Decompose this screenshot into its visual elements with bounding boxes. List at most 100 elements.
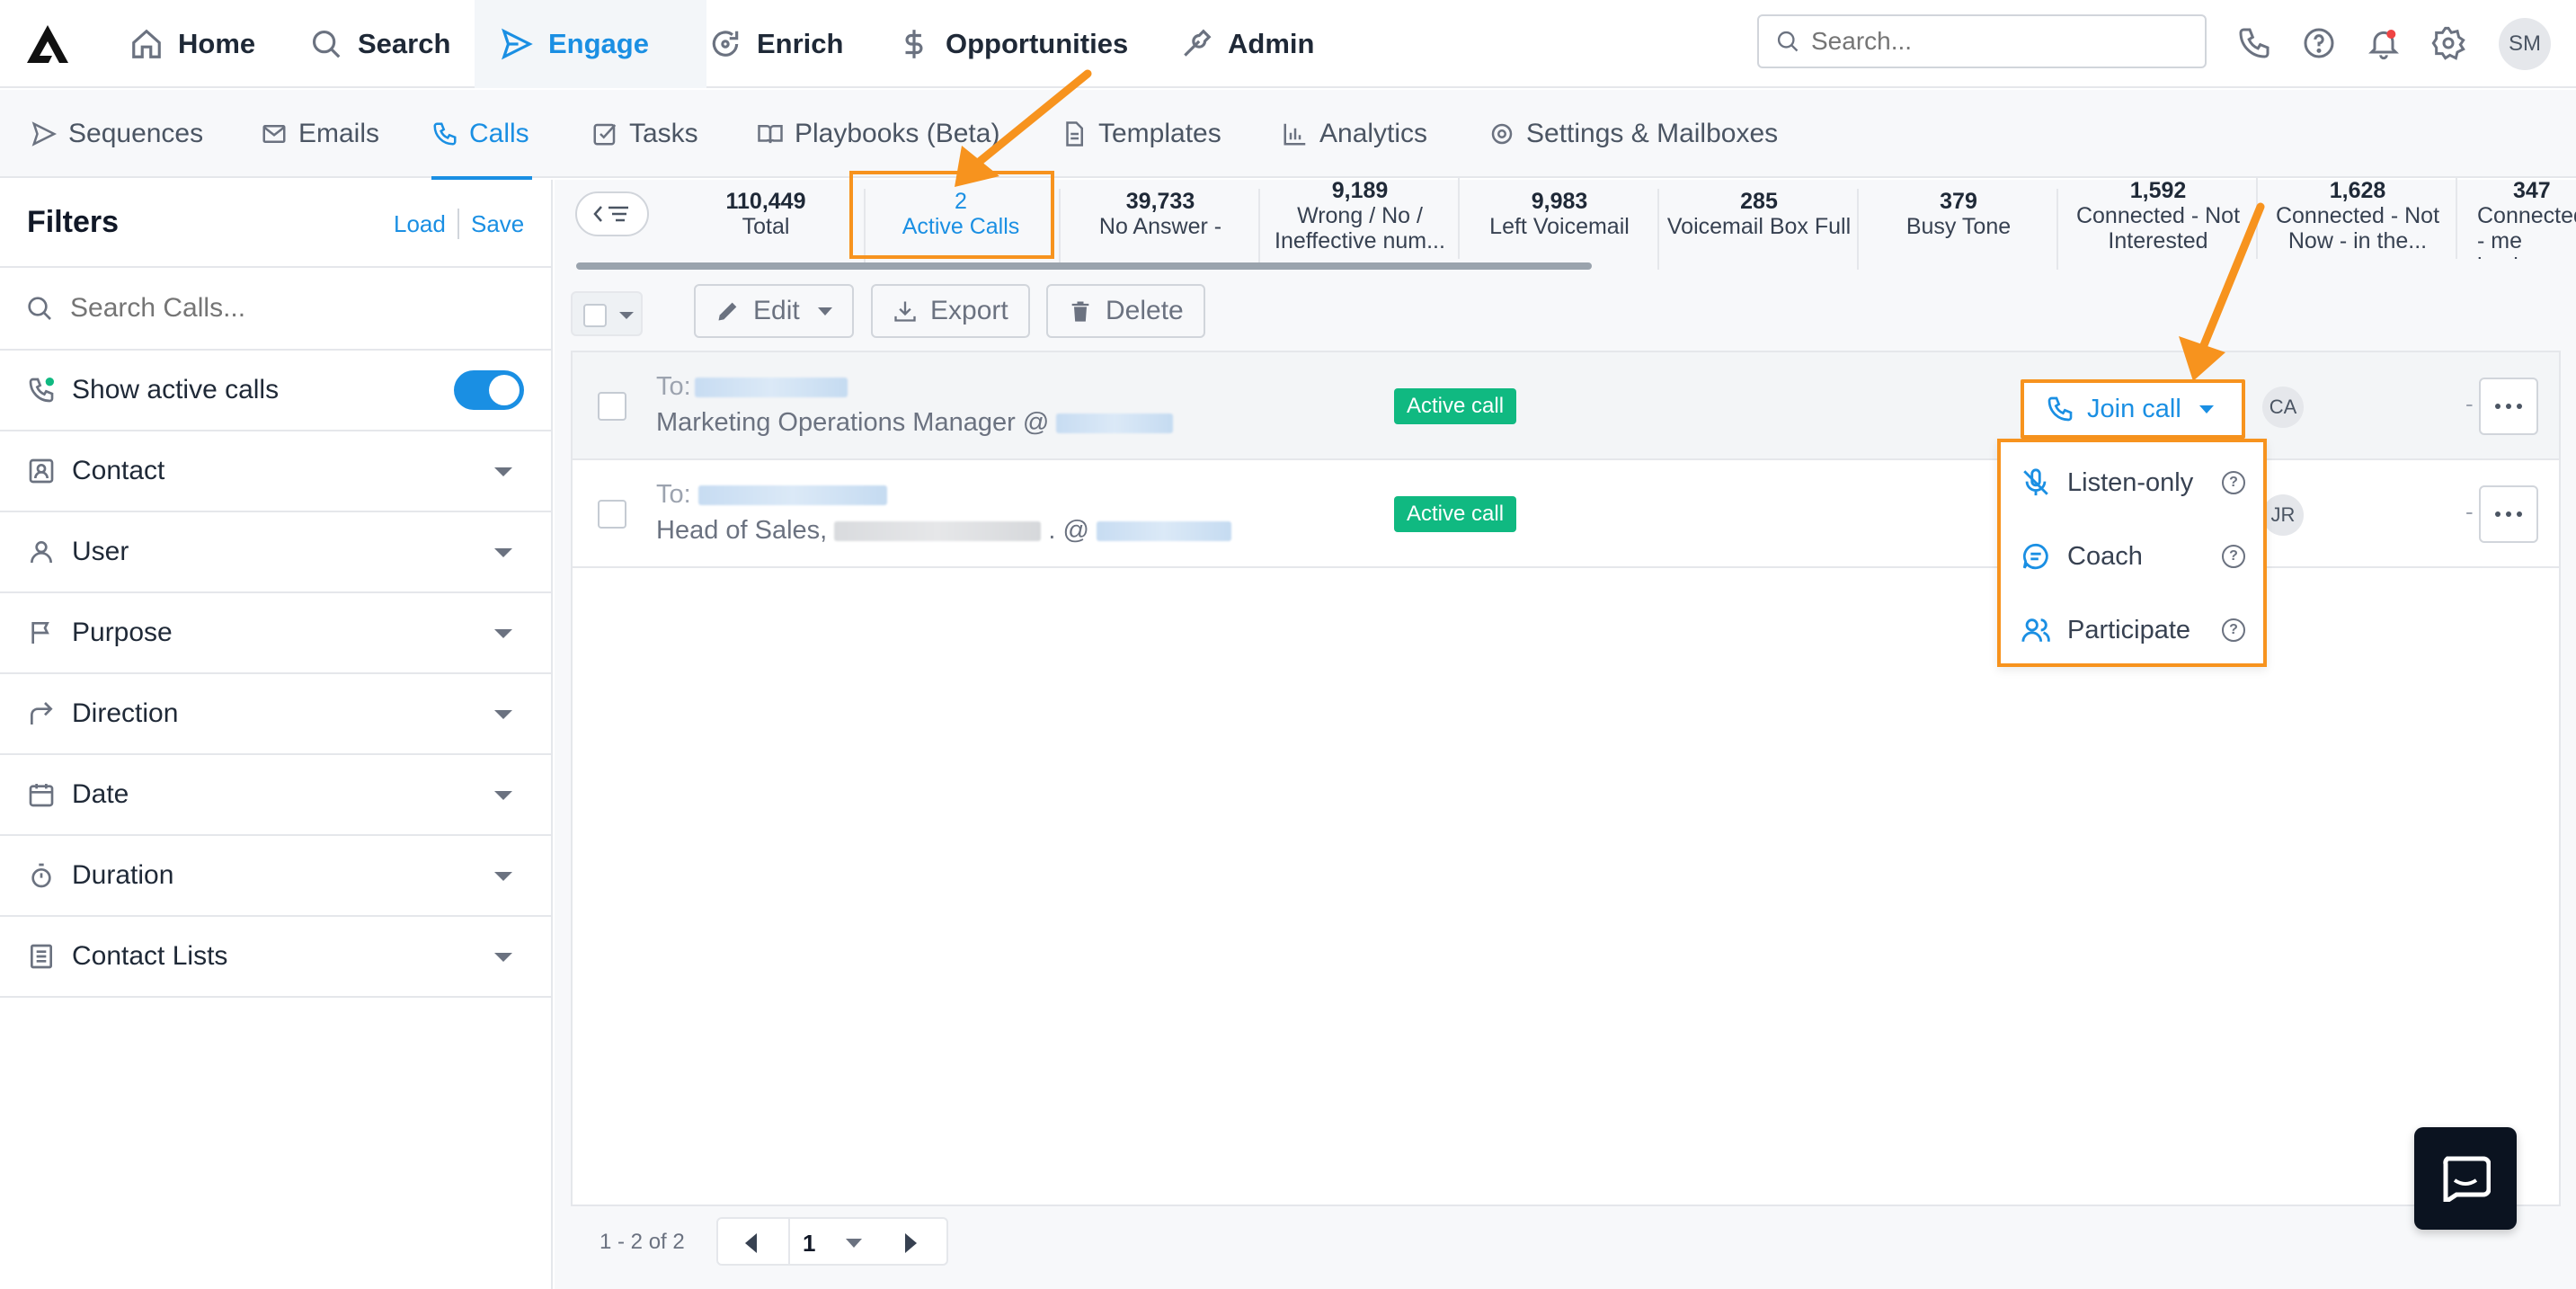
pagination-info: 1 - 2 of 2 (600, 1230, 685, 1254)
save-filters-link[interactable]: Save (471, 210, 524, 238)
engage-subnav: Sequences Emails Calls Tasks Playbooks (… (0, 90, 2576, 180)
nav-opportunities-label: Opportunities (946, 28, 1129, 59)
call-recipient[interactable]: To: (656, 372, 848, 402)
gear-icon[interactable] (2430, 25, 2466, 61)
filter-duration[interactable]: Duration (0, 836, 553, 917)
pagination-control: 1 (716, 1217, 948, 1266)
stats-scrollbar[interactable] (576, 262, 1592, 270)
filter-purpose[interactable]: Purpose (0, 593, 553, 674)
nav-home[interactable]: Home (104, 0, 280, 88)
filter-contact-lists-label: Contact Lists (72, 941, 228, 971)
show-active-calls-toggle[interactable] (454, 370, 524, 410)
menu-item-listen-only[interactable]: Listen-only ? (2001, 446, 2263, 520)
search-calls-box[interactable] (0, 268, 553, 351)
chevron-down-icon (494, 629, 512, 638)
filter-date-label: Date (72, 779, 129, 809)
global-search-box[interactable] (1757, 14, 2207, 68)
participate-label: Participate (2067, 615, 2191, 644)
filter-date[interactable]: Date (0, 755, 553, 836)
page-number[interactable]: 1 (803, 1230, 815, 1258)
row-checkbox[interactable] (598, 392, 626, 421)
notification-bell-icon[interactable] (2366, 25, 2402, 61)
nav-admin[interactable]: Admin (1154, 0, 1339, 88)
coach-label: Coach (2067, 541, 2143, 571)
row-more-button[interactable] (2479, 485, 2538, 543)
help-icon[interactable] (2301, 25, 2337, 61)
contact-card-icon (29, 458, 54, 484)
calendar-icon (29, 784, 54, 807)
subnav-analytics[interactable]: Analytics (1282, 90, 1427, 178)
filter-direction-label: Direction (72, 698, 179, 728)
filters-sidebar: Filters Load Save Show active calls Cont… (0, 180, 553, 1289)
stat-left-voicemail-count: 9,983 (1531, 189, 1588, 214)
next-page-icon[interactable] (905, 1233, 917, 1253)
chat-bubble-icon (2443, 1156, 2491, 1202)
edit-button-label: Edit (753, 296, 800, 325)
previous-page-icon[interactable] (745, 1233, 757, 1253)
stat-total-count: 110,449 (725, 189, 806, 214)
filter-contact-lists[interactable]: Contact Lists (0, 917, 553, 998)
menu-item-coach[interactable]: Coach ? (2001, 520, 2263, 593)
help-icon[interactable]: ? (2222, 618, 2245, 642)
apollo-logo-icon[interactable] (25, 23, 70, 65)
filter-contact[interactable]: Contact (0, 431, 553, 512)
filters-header: Filters Load Save (0, 180, 553, 268)
active-call-badge: Active call (1394, 496, 1517, 532)
subnav-calls-label: Calls (469, 119, 529, 148)
send-icon (31, 121, 58, 147)
help-icon[interactable]: ? (2222, 545, 2245, 568)
call-recipient[interactable]: To: (656, 480, 887, 510)
stat-voicemail-full-label: Voicemail Box Full (1666, 214, 1852, 239)
filter-purpose-label: Purpose (72, 618, 173, 647)
nav-engage[interactable]: Engage (475, 0, 706, 88)
stat-busy-tone[interactable]: 379 Busy Tone (1861, 189, 2058, 270)
collapse-filters-button[interactable] (575, 191, 649, 236)
subnav-tasks-label: Tasks (629, 119, 698, 148)
subnav-settings[interactable]: Settings & Mailboxes (1488, 90, 1778, 178)
arrow-turn-icon (31, 702, 53, 725)
menu-item-participate[interactable]: Participate ? (2001, 593, 2263, 667)
stat-connected-not-now[interactable]: 1,628 Connected - Not Now - in the... (2260, 178, 2457, 259)
phone-icon[interactable] (2236, 25, 2272, 61)
nav-enrich[interactable]: Enrich (683, 0, 868, 88)
edit-button[interactable]: Edit (694, 284, 854, 338)
list-icon (31, 944, 52, 969)
redacted-company (1056, 413, 1174, 434)
delete-button[interactable]: Delete (1046, 284, 1205, 338)
pencil-icon (718, 302, 737, 321)
home-icon (132, 29, 161, 58)
chevron-down-icon[interactable] (846, 1239, 862, 1248)
load-filters-link[interactable]: Load (394, 210, 446, 238)
stat-connected-call-back-label: Connected - me back (2477, 203, 2576, 259)
subnav-emails[interactable]: Emails (261, 90, 379, 178)
subnav-settings-label: Settings & Mailboxes (1526, 119, 1779, 148)
join-call-label: Join call (2087, 394, 2181, 423)
users-icon (2021, 618, 2050, 643)
filter-user-label: User (72, 537, 129, 566)
nav-search-label: Search (358, 28, 451, 59)
trash-icon (1071, 301, 1089, 322)
row-checkbox[interactable] (598, 500, 626, 529)
subnav-sequences[interactable]: Sequences (31, 90, 203, 178)
subnav-tasks[interactable]: Tasks (591, 90, 698, 178)
checkbox-icon (593, 123, 617, 146)
chat-launcher-button[interactable] (2414, 1127, 2517, 1230)
export-button[interactable]: Export (871, 284, 1030, 338)
stat-connected-call-back[interactable]: 347 Connected - me back (2459, 178, 2576, 259)
stat-wrong-number[interactable]: 9,189 Wrong / No / Ineffective num... (1262, 178, 1460, 259)
stat-left-voicemail[interactable]: 9,983 Left Voicemail (1461, 189, 1659, 270)
recipient-title-at: . @ (1048, 516, 1089, 545)
search-calls-input[interactable] (70, 293, 520, 324)
user-avatar[interactable]: SM (2499, 18, 2551, 70)
filter-user[interactable]: User (0, 512, 553, 593)
help-icon[interactable]: ? (2222, 471, 2245, 494)
global-search-input[interactable] (1811, 27, 2171, 56)
chevron-down-icon (494, 791, 512, 800)
subnav-calls[interactable]: Calls (431, 90, 532, 180)
stat-voicemail-full[interactable]: 285 Voicemail Box Full (1661, 189, 1859, 270)
stat-total[interactable]: 110,449 Total (668, 189, 866, 270)
row-more-button[interactable] (2479, 378, 2538, 435)
nav-search[interactable]: Search (284, 0, 475, 88)
filter-direction[interactable]: Direction (0, 674, 553, 755)
select-all-dropdown[interactable] (571, 291, 643, 336)
